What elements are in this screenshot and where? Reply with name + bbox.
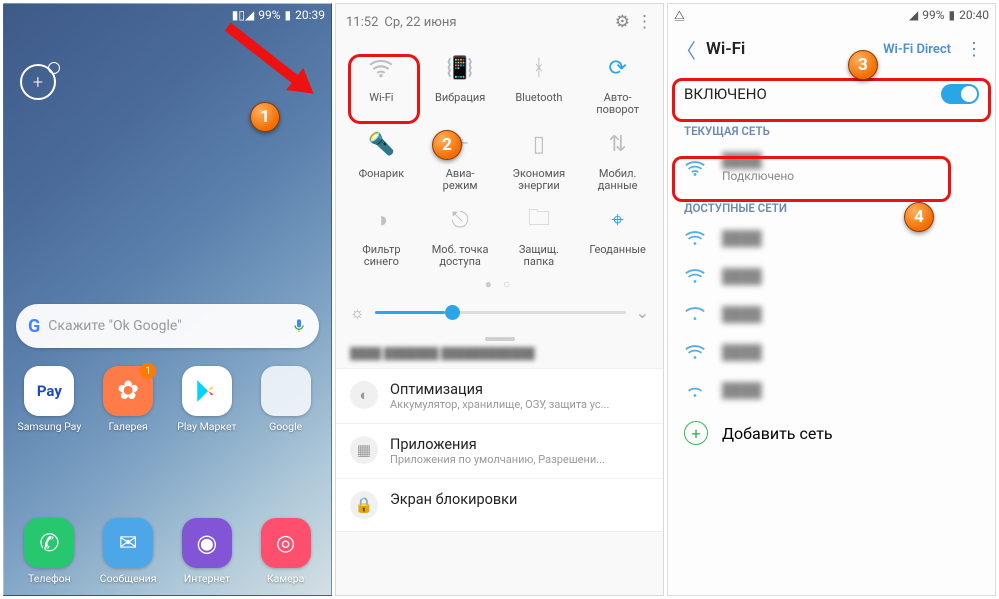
qs-tile-autorotate[interactable]: ⟳Авто- поворот — [578, 52, 657, 116]
highlight-wifi-tile — [348, 54, 420, 124]
network-item[interactable]: ████ — [668, 371, 995, 409]
status-bar: ⧋ ◢ 99% ▮ 20:40 — [668, 4, 995, 26]
app-camera[interactable]: ◎Камера — [250, 518, 322, 585]
wifi-lock-icon — [684, 229, 708, 247]
app-samsung-pay[interactable]: PaySamsung Pay — [13, 366, 85, 433]
app-row-1: PaySamsung Pay ✿1Галерея Play Маркет Goo… — [4, 366, 331, 433]
qs-tile-hotspot[interactable]: ⎋Моб. точка доступа — [421, 204, 500, 268]
clock: 20:40 — [959, 8, 989, 22]
wifi-icon — [684, 305, 708, 323]
settings-row-lockscreen[interactable]: 🔒Экран блокировки — [336, 479, 663, 532]
qs-tile-securefolder[interactable]: 🗀Защищ. папка — [500, 204, 579, 268]
settings-row-optimize[interactable]: ◐ОптимизацияАккумулятор, хранилище, ОЗУ,… — [336, 369, 663, 424]
marker-4: 4 — [904, 202, 934, 232]
blurred-line: ████ ███████ ████████████ — [336, 345, 663, 362]
qs-header: 11:52 Ср, 22 июня ⚙ ⋮ — [336, 4, 663, 40]
qs-tile-location[interactable]: ⌖Геоданные — [578, 204, 657, 268]
app-messages[interactable]: ✉Сообщения — [92, 518, 164, 585]
drag-handle[interactable] — [485, 337, 515, 341]
page-indicator: ● ○ — [336, 275, 663, 293]
settings-list: ◐ОптимизацияАккумулятор, хранилище, ОЗУ,… — [336, 368, 663, 532]
qs-tile-bluetooth[interactable]: ᚼBluetooth — [500, 52, 579, 116]
marker-1: 1 — [250, 102, 280, 132]
signal-icon: ◢ — [909, 8, 918, 22]
qs-tile-mobiledata[interactable]: ⇅Мобил. данные — [578, 128, 657, 192]
wifi-lock-icon — [684, 267, 708, 285]
page-title: Wi-Fi — [706, 39, 873, 59]
weather-widget[interactable]: + — [20, 64, 56, 100]
qs-date: Ср, 22 июня — [384, 15, 608, 30]
quick-settings-panel: 11:52 Ср, 22 июня ⚙ ⋮ Wi-Fi 📳Вибрация ᚼB… — [335, 3, 664, 596]
battery-icon: ▮ — [285, 8, 292, 22]
battery-pct: 99% — [922, 8, 944, 22]
plus-icon: + — [684, 421, 708, 445]
marker-2: 2 — [432, 130, 462, 160]
qs-time: 11:52 — [346, 15, 378, 30]
search-placeholder: Скажите "Ok Google" — [48, 318, 283, 334]
wifi-lock-icon — [684, 343, 708, 361]
marker-3: 3 — [848, 50, 878, 80]
settings-row-apps[interactable]: ▦ПриложенияПриложения по умолчанию, Разр… — [336, 424, 663, 479]
highlight-toggle — [672, 78, 991, 122]
optimize-icon: ◐ — [350, 381, 378, 409]
more-icon[interactable]: ⋮ — [636, 12, 653, 32]
wifi-direct-link[interactable]: Wi-Fi Direct — [883, 42, 951, 57]
app-phone[interactable]: ✆Телефон — [13, 518, 85, 585]
dock-row: ✆Телефон ✉Сообщения ◉Интернет ◎Камера — [4, 518, 331, 585]
more-icon[interactable]: ⋮ — [961, 39, 987, 60]
chevron-down-icon[interactable]: ⌄ — [636, 303, 649, 322]
clock: 20:39 — [295, 8, 325, 22]
qs-tile-powersave[interactable]: ▯Экономия энергии — [500, 128, 579, 192]
app-gallery[interactable]: ✿1Галерея — [92, 366, 164, 433]
add-network[interactable]: + Добавить сеть — [668, 409, 995, 457]
app-google-folder[interactable]: Google — [250, 366, 322, 433]
battery-icon: ▮ — [949, 8, 956, 22]
google-search-bar[interactable]: G Скажите "Ok Google" — [16, 304, 319, 348]
brightness-icon: ☼ — [350, 303, 365, 323]
add-network-label: Добавить сеть — [722, 424, 833, 443]
wifi-settings-panel: ⧋ ◢ 99% ▮ 20:40 〈 Wi-Fi Wi-Fi Direct ⋮ В… — [667, 3, 996, 596]
network-item[interactable]: ████ — [668, 257, 995, 295]
network-item[interactable]: ████ — [668, 219, 995, 257]
apps-icon: ▦ — [350, 436, 378, 464]
home-screen-panel: ▮▯◢ 99% ▮ 20:39 + G Скажите "Ok Google" … — [3, 3, 332, 596]
network-item[interactable]: ████ — [668, 333, 995, 371]
qs-tile-vibrate[interactable]: 📳Вибрация — [421, 52, 500, 116]
qs-tile-flashlight[interactable]: 🔦Фонарик — [342, 128, 421, 192]
back-icon[interactable]: 〈 — [676, 35, 696, 64]
highlight-current-network — [672, 156, 951, 202]
lock-icon: 🔒 — [350, 491, 378, 519]
gear-icon[interactable]: ⚙ — [615, 12, 630, 32]
app-internet[interactable]: ◉Интернет — [171, 518, 243, 585]
status-bar: ▮▯◢ 99% ▮ 20:39 — [4, 4, 331, 26]
battery-pct: 99% — [258, 8, 280, 22]
qs-tile-bluelight[interactable]: ◑Фильтр синего — [342, 204, 421, 268]
wifi-status-icon: ⧋ — [674, 8, 685, 23]
app-play-store[interactable]: Play Маркет — [171, 366, 243, 433]
mic-icon[interactable] — [291, 318, 307, 334]
signal-icon: ▮▯◢ — [232, 8, 254, 22]
google-logo-icon: G — [28, 316, 40, 337]
network-item[interactable]: ████ — [668, 295, 995, 333]
wifi-lock-icon — [684, 381, 708, 399]
brightness-slider[interactable]: ☼ ⌄ — [336, 293, 663, 333]
wifi-header: 〈 Wi-Fi Wi-Fi Direct ⋮ — [668, 26, 995, 72]
annotation-arrow — [225, 23, 304, 88]
